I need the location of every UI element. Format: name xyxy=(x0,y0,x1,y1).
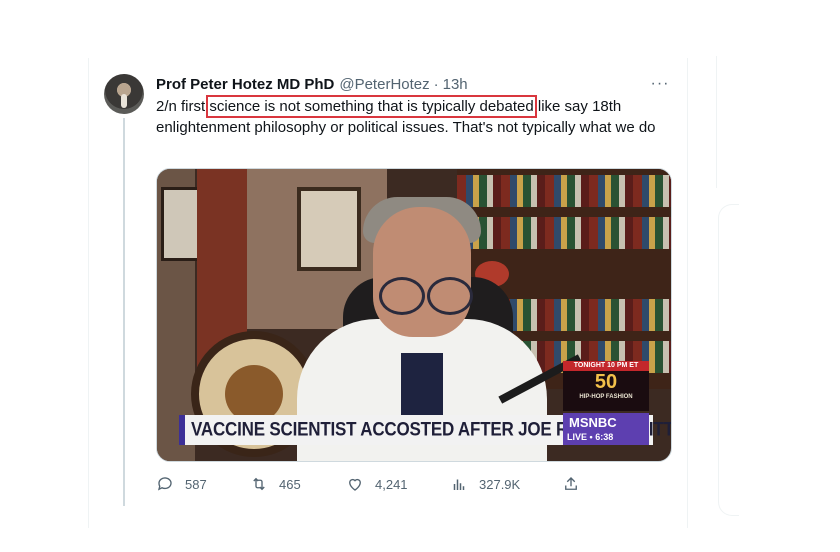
header-separator: · xyxy=(433,75,439,93)
tweet-timestamp[interactable]: 13h xyxy=(443,76,468,93)
framed-certificate xyxy=(161,187,201,261)
retweet-button[interactable]: 465 xyxy=(250,474,301,494)
sidebar-card xyxy=(718,204,739,516)
retweet-icon xyxy=(253,477,265,491)
live-indicator: LIVE • 6:38 xyxy=(567,432,613,442)
framed-diploma xyxy=(297,187,361,271)
promo-number: 50 xyxy=(594,371,618,393)
reply-button[interactable]: 587 xyxy=(156,474,207,494)
tweet-header: Prof Peter Hotez MD PhD @PeterHotez · 13… xyxy=(156,74,468,94)
promo-title: HIP-HOP FASHION xyxy=(579,394,633,400)
heart-icon xyxy=(349,478,361,491)
network-logo: MSNBC xyxy=(569,415,617,430)
reply-icon xyxy=(157,477,172,491)
glasses-right-lens xyxy=(427,277,473,315)
speaker-face xyxy=(373,207,471,337)
book-row xyxy=(457,175,671,207)
necktie xyxy=(401,353,443,423)
reply-count: 587 xyxy=(185,476,207,492)
view-count: 327.9K xyxy=(479,476,521,492)
share-icon xyxy=(565,477,577,490)
tweet-text: 2/n first science is not something that … xyxy=(156,95,671,138)
live-separator: • xyxy=(589,432,593,442)
promo-airtime: TONIGHT 10 PM ET xyxy=(563,361,649,371)
live-time: 6:38 xyxy=(595,432,614,442)
analytics-icon xyxy=(453,479,465,490)
promo-graphic: TONIGHT 10 PM ET 50 HIP-HOP FASHION xyxy=(563,361,649,411)
author-avatar[interactable] xyxy=(104,74,144,114)
like-count: 4,241 xyxy=(375,476,408,492)
network-bug: MSNBC LIVE • 6:38 xyxy=(563,413,649,445)
sidebar-divider xyxy=(716,56,717,188)
tweet-actions: 587 465 4,241 327.9K xyxy=(156,474,586,494)
views-button[interactable]: 327.9K xyxy=(450,474,520,494)
highlighted-phrase: science is not something that is typical… xyxy=(206,95,537,118)
thread-line xyxy=(123,118,125,506)
like-button[interactable]: 4,241 xyxy=(346,474,408,494)
more-options-button[interactable]: ··· xyxy=(650,74,670,94)
book-row xyxy=(457,217,671,249)
author-display-name[interactable]: Prof Peter Hotez MD PhD xyxy=(156,76,334,93)
tweet-text-before: 2/n first xyxy=(156,98,210,115)
video-media[interactable]: TONIGHT 10 PM ET 50 HIP-HOP FASHION VACC… xyxy=(156,168,672,462)
glasses-left-lens xyxy=(379,277,425,315)
author-handle[interactable]: @PeterHotez xyxy=(339,76,429,93)
retweet-count: 465 xyxy=(279,476,301,492)
share-button[interactable] xyxy=(562,474,580,494)
avatar-microphone xyxy=(121,94,127,108)
live-label: LIVE xyxy=(567,432,588,442)
